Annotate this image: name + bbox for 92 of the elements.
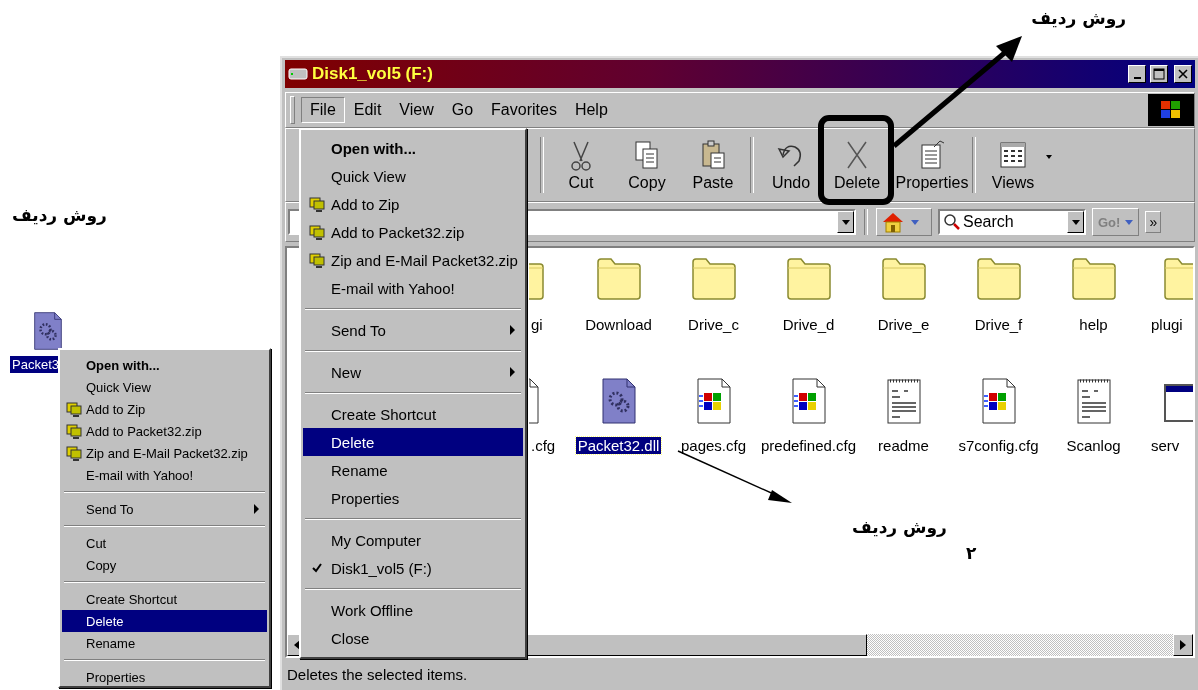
file-label[interactable]: Packet32.dll (575, 437, 662, 454)
gear-file-icon (32, 311, 64, 351)
menu-item[interactable]: Work Offline (303, 596, 523, 624)
zip-computer-icon (309, 224, 325, 240)
search-field[interactable]: Search (938, 209, 1086, 235)
menu-item[interactable]: Add to Packet32.zip (62, 420, 267, 442)
menu-bar-item[interactable]: Help (565, 97, 617, 123)
close-icon (1178, 69, 1188, 79)
menu-item[interactable]: Open with... (303, 134, 523, 162)
submenu-arrow-icon (510, 367, 515, 377)
file-label[interactable]: readme (876, 437, 931, 454)
file-label[interactable]: gi (529, 316, 545, 333)
submenu-arrow-icon (254, 504, 259, 514)
zip-computer-icon (66, 401, 82, 417)
file-label[interactable]: s7config.cfg (956, 437, 1041, 454)
menu-item[interactable]: My Computer (303, 526, 523, 554)
file-label[interactable]: .cfg (529, 437, 558, 454)
file-label[interactable]: Drive_d (780, 316, 837, 333)
right-arrow-icon (1180, 640, 1186, 650)
file-label[interactable]: predefined.cfg (758, 437, 859, 454)
menu-item[interactable]: Send To (62, 498, 267, 520)
menu-item[interactable]: Zip and E-Mail Packet32.zip (303, 246, 523, 274)
house-icon (881, 211, 905, 233)
menu-item[interactable]: Disk1_vol5 (F:) (303, 554, 523, 582)
dropdown-caret-icon (1046, 155, 1052, 159)
toolbar-button[interactable]: Cut (548, 129, 614, 201)
menu-item[interactable]: Rename (62, 632, 267, 654)
file-label[interactable]: Drive_f (972, 316, 1025, 333)
toolbar-button[interactable]: Properties (896, 129, 968, 201)
dropdown-button[interactable] (1067, 211, 1084, 233)
menu-item[interactable]: Create Shortcut (62, 588, 267, 610)
menu-item[interactable]: Add to Packet32.zip (303, 218, 523, 246)
dropdown-button[interactable] (837, 211, 854, 233)
file-label[interactable]: Download (583, 316, 654, 333)
search-icon (943, 213, 961, 231)
close-button[interactable] (1174, 65, 1192, 83)
toolbar-button[interactable]: Views (980, 129, 1046, 201)
menu-item[interactable]: Cut (62, 532, 267, 554)
file-label[interactable]: Scanlog (1064, 437, 1123, 454)
menu-item[interactable]: Properties (303, 484, 523, 512)
submenu-arrow-icon (510, 325, 515, 335)
scroll-right-button[interactable] (1173, 634, 1193, 656)
menu-item[interactable]: E-mail with Yahoo! (303, 274, 523, 302)
toolbar-button[interactable]: Paste (680, 129, 746, 201)
menu-item[interactable]: Quick View (62, 376, 267, 398)
file-label[interactable]: serv (1149, 437, 1182, 454)
toolbar-button[interactable]: Delete (824, 129, 890, 201)
file-label[interactable]: plugi (1149, 316, 1185, 333)
zip-computer-icon (309, 196, 325, 212)
chevron-button[interactable]: » (1145, 211, 1162, 233)
check-icon (312, 563, 322, 573)
menu-bar-item[interactable]: Go (442, 97, 483, 123)
zip-computer-icon (309, 252, 325, 268)
menu-bar-item[interactable]: View (390, 97, 443, 123)
toolbar-button[interactable]: Copy (614, 129, 680, 201)
home-button[interactable] (876, 208, 932, 236)
menu-item[interactable]: Delete (62, 610, 267, 632)
file-label[interactable]: help (1077, 316, 1110, 333)
menu-item[interactable]: Quick View (303, 162, 523, 190)
maximize-button[interactable] (1150, 65, 1168, 83)
menu-bar-item[interactable]: Edit (344, 97, 391, 123)
file-label[interactable]: Drive_e (875, 316, 932, 333)
menu-bar-item[interactable]: Favorites (482, 97, 566, 123)
menu-item[interactable]: New (303, 358, 523, 386)
window-title: Disk1_vol5 (F:) (312, 64, 434, 84)
drive-icon (288, 68, 308, 80)
maximize-icon (1153, 68, 1165, 80)
menu-item[interactable]: Open with... (62, 354, 267, 376)
dropdown-caret-icon (911, 219, 919, 225)
menu-item[interactable]: Copy (62, 554, 267, 576)
menu-item[interactable]: Rename (303, 456, 523, 484)
minimize-icon (1133, 77, 1141, 79)
file-label[interactable]: Packet3 (10, 356, 58, 373)
logo-icon (1148, 94, 1194, 126)
dropdown-caret-icon (1125, 219, 1134, 225)
file-label[interactable]: Drive_c (686, 316, 741, 333)
menu-item[interactable]: Send To (303, 316, 523, 344)
zip-computer-icon (66, 445, 82, 461)
minimize-button[interactable] (1128, 65, 1146, 83)
menu-item[interactable]: Properties (62, 666, 267, 688)
menu-item[interactable]: Delete (303, 428, 523, 456)
menu-bar-item[interactable]: File (301, 97, 345, 123)
zip-computer-icon (66, 423, 82, 439)
menu-item[interactable]: E-mail with Yahoo! (62, 464, 267, 486)
menu-item[interactable]: Add to Zip (303, 190, 523, 218)
menu-item[interactable]: Add to Zip (62, 398, 267, 420)
menu-item[interactable]: Zip and E-Mail Packet32.zip (62, 442, 267, 464)
menu-item[interactable]: Create Shortcut (303, 400, 523, 428)
menu-item[interactable]: Close (303, 624, 523, 652)
status-bar-text: Deletes the selected items. (286, 664, 469, 685)
toolbar-button[interactable]: Undo (758, 129, 824, 201)
file-label[interactable]: pages.cfg (678, 437, 748, 454)
